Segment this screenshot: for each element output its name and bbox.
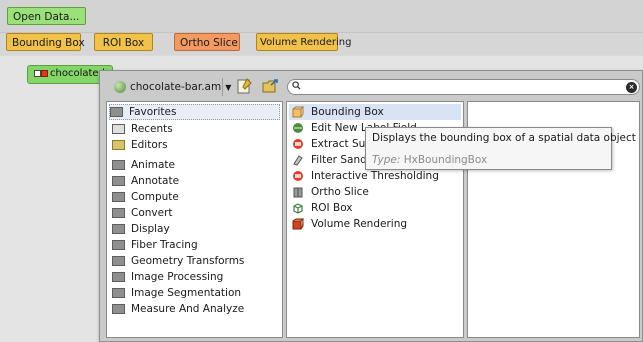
folder-icon <box>110 107 123 117</box>
category-item-display[interactable]: Display <box>112 221 170 237</box>
roi-box-button[interactable]: ROI Box <box>94 33 153 51</box>
module-browser-popup: chocolate-bar.am ▼ × Favorites Recents E… <box>99 70 643 342</box>
clear-search-icon[interactable]: × <box>626 82 637 93</box>
folder-icon <box>112 256 125 266</box>
category-item-editors[interactable]: Editors <box>112 137 168 153</box>
open-data-button[interactable]: Open Data... <box>7 7 86 25</box>
category-item-fiber-tracing[interactable]: Fiber Tracing <box>112 237 198 253</box>
category-item-annotate[interactable]: Annotate <box>112 173 179 189</box>
tooltip-description: Displays the bounding box of a spatial d… <box>372 132 636 144</box>
folder-icon <box>112 208 125 218</box>
category-label: Favorites <box>129 106 177 118</box>
node-viewer-toggle-icon[interactable] <box>41 70 48 77</box>
volume-rendering-button[interactable]: Volume Rendering <box>256 33 351 51</box>
top-toolbar <box>0 0 643 33</box>
toolbar-separator <box>222 78 223 96</box>
chevron-down-icon: ▼ <box>225 82 232 92</box>
extract-subvolume-icon <box>293 139 303 149</box>
search-input[interactable] <box>308 80 608 94</box>
category-label: Annotate <box>131 175 180 187</box>
category-label: Fiber Tracing <box>131 239 198 251</box>
bounding-box-icon <box>292 106 304 118</box>
category-label: Recents <box>131 123 173 135</box>
object-selector-label: chocolate-bar.am <box>130 81 222 93</box>
category-list: Favorites Recents Editors Animate Annota… <box>106 101 283 338</box>
category-item-measure-and-analyze[interactable]: Measure And Analyze <box>112 301 244 317</box>
open-folder-icon[interactable] <box>262 78 280 95</box>
category-item-convert[interactable]: Convert <box>112 205 173 221</box>
folder-icon <box>112 240 125 250</box>
category-label: Editors <box>131 139 168 151</box>
folder-icon <box>112 192 125 202</box>
folder-icon <box>112 160 125 170</box>
folder-icon <box>112 304 125 314</box>
label-field-icon <box>293 123 303 133</box>
category-label: Display <box>131 223 170 235</box>
object-selector[interactable]: chocolate-bar.am ▼ <box>114 79 231 95</box>
tooltip-type-label: Type: <box>372 154 401 166</box>
folder-icon <box>112 224 125 234</box>
module-item-volume-rendering[interactable]: Volume Rendering <box>292 216 407 232</box>
category-label: Convert <box>131 207 173 219</box>
category-label: Measure And Analyze <box>131 303 245 315</box>
data-object-icon <box>114 81 126 93</box>
category-label: Geometry Transforms <box>131 255 245 267</box>
tooltip-type-value: HxBoundingBox <box>403 154 488 166</box>
module-item-roi-box[interactable]: ROI Box <box>292 200 353 216</box>
search-icon <box>292 81 301 90</box>
ortho-slice-icon <box>293 187 303 198</box>
category-item-animate[interactable]: Animate <box>112 157 175 173</box>
editors-icon <box>112 140 125 150</box>
search-field[interactable]: × <box>287 79 640 95</box>
roi-box-icon <box>293 203 303 214</box>
category-item-geometry-transforms[interactable]: Geometry Transforms <box>112 253 244 269</box>
filter-sandbox-icon <box>293 155 303 166</box>
category-item-image-processing[interactable]: Image Processing <box>112 269 223 285</box>
module-tooltip: Displays the bounding box of a spatial d… <box>365 127 636 170</box>
category-label: Image Processing <box>131 271 224 283</box>
module-label: Interactive Thresholding <box>311 170 439 182</box>
recents-icon <box>112 124 125 134</box>
category-label: Compute <box>131 191 179 203</box>
module-item-ortho-slice[interactable]: Ortho Slice <box>292 184 369 200</box>
category-item-recents[interactable]: Recents <box>112 121 173 137</box>
module-label: Bounding Box <box>311 106 384 118</box>
new-script-icon[interactable] <box>235 78 253 95</box>
folder-icon <box>112 272 125 282</box>
module-item-bounding-box[interactable]: Bounding Box <box>289 104 461 120</box>
category-label: Image Segmentation <box>131 287 242 299</box>
node-port-icon[interactable] <box>34 70 41 77</box>
tooltip-type: Type: HxBoundingBox <box>372 154 487 166</box>
module-label: Volume Rendering <box>311 218 408 230</box>
thresholding-icon <box>293 171 303 181</box>
bounding-box-button[interactable]: Bounding Box <box>6 33 85 51</box>
module-label: ROI Box <box>311 202 353 214</box>
module-item-interactive-thresholding[interactable]: Interactive Thresholding <box>292 168 439 184</box>
folder-icon <box>112 176 125 186</box>
module-label: Ortho Slice <box>311 186 369 198</box>
category-item-favorites[interactable]: Favorites <box>109 104 280 120</box>
popup-toolbar: chocolate-bar.am ▼ × <box>100 71 642 100</box>
ortho-slice-button[interactable]: Ortho Slice <box>174 33 240 51</box>
category-item-compute[interactable]: Compute <box>112 189 179 205</box>
folder-icon <box>112 288 125 298</box>
category-item-image-segmentation[interactable]: Image Segmentation <box>112 285 241 301</box>
category-label: Animate <box>131 159 175 171</box>
volume-rendering-icon <box>292 218 304 230</box>
